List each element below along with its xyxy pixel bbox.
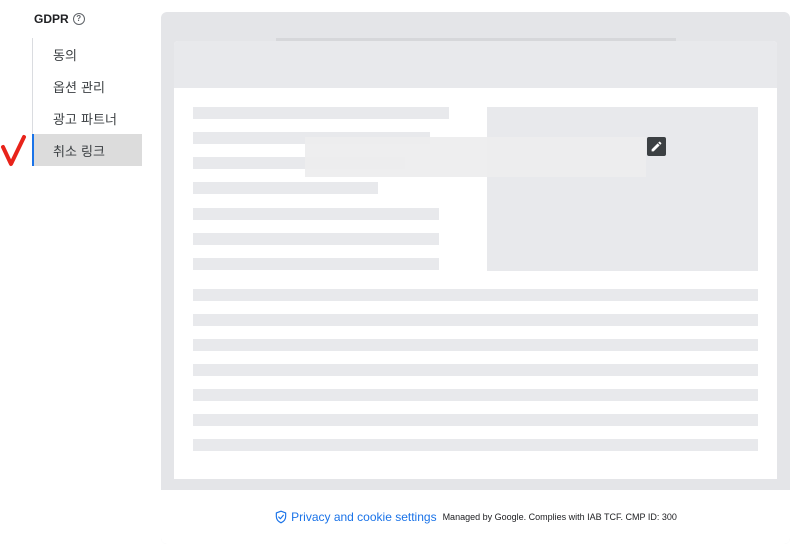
edit-button[interactable] [647, 137, 666, 156]
mock-page [174, 41, 777, 479]
placeholder-line [193, 182, 378, 194]
placeholder-line [193, 439, 758, 451]
placeholder-line [193, 208, 439, 220]
privacy-link-label[interactable]: Privacy and cookie settings [291, 510, 436, 524]
placeholder-line [193, 414, 758, 426]
sidebar-item-manage-options[interactable]: 옵션 관리 [33, 70, 142, 102]
sidebar-item-consent[interactable]: 동의 [33, 38, 142, 70]
sidebar-item-label: 취소 링크 [53, 144, 105, 160]
pencil-icon [651, 141, 662, 152]
gdpr-sidebar: GDPR ? 동의 옵션 관리 광고 파트너 취소 링크 [0, 0, 150, 200]
sidebar-nav: 동의 옵션 관리 광고 파트너 취소 링크 [32, 38, 142, 166]
revocation-link-overlay [305, 137, 646, 177]
sidebar-item-label: 광고 파트너 [53, 112, 117, 128]
placeholder-image [487, 107, 758, 271]
sidebar-title-text: GDPR [34, 12, 69, 26]
shield-check-icon [275, 510, 287, 524]
help-circle-icon[interactable]: ? [72, 13, 85, 25]
placeholder-line [193, 233, 439, 245]
red-check-mark-icon [1, 135, 26, 166]
privacy-settings-link[interactable]: Privacy and cookie settings [274, 509, 437, 525]
placeholder-line [193, 389, 758, 401]
mock-page-header [174, 41, 777, 88]
sidebar-item-label: 옵션 관리 [53, 80, 105, 96]
placeholder-line [193, 314, 758, 326]
placeholder-line [193, 289, 758, 301]
managed-by-text: Managed by Google. Complies with IAB TCF… [442, 512, 677, 522]
sidebar-item-label: 동의 [53, 48, 77, 64]
placeholder-line [193, 107, 449, 119]
sidebar-title: GDPR ? [34, 12, 85, 26]
placeholder-line [193, 364, 758, 376]
sidebar-item-ad-partners[interactable]: 광고 파트너 [33, 102, 142, 134]
privacy-footer: Privacy and cookie settings Managed by G… [161, 490, 790, 544]
placeholder-line [193, 339, 758, 351]
placeholder-line [193, 258, 439, 270]
site-preview: Privacy and cookie settings Managed by G… [161, 12, 790, 544]
sidebar-item-revocation-link[interactable]: 취소 링크 [32, 134, 142, 166]
